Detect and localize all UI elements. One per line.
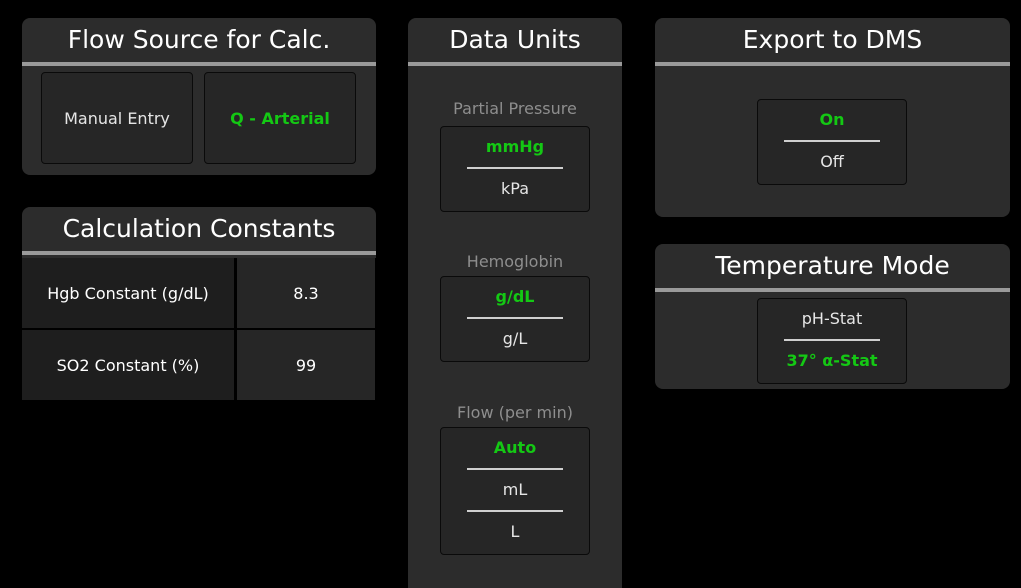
temperature-mode-selector: pH-Stat 37° α-Stat [757, 298, 907, 384]
unit-option-ml[interactable]: mL [441, 470, 589, 510]
flow-unit-selector: Auto mL L [440, 427, 590, 555]
export-dms-title: Export to DMS [742, 25, 923, 54]
manual-entry-label: Manual Entry [64, 108, 170, 128]
temp-option-ph-stat[interactable]: pH-Stat [758, 299, 906, 339]
calc-constants-title: Calculation Constants [62, 214, 336, 243]
export-dms-panel: Export to DMS On Off [655, 18, 1010, 217]
table-row: Hgb Constant (g/dL) 8.3 [22, 258, 375, 328]
table-row: SO2 Constant (%) 99 [22, 330, 375, 400]
export-dms-toggle: On Off [757, 99, 907, 185]
so2-constant-value[interactable]: 99 [237, 330, 375, 400]
temperature-mode-panel: Temperature Mode pH-Stat 37° α-Stat [655, 244, 1010, 389]
panel-divider [22, 251, 376, 255]
unit-option-mmhg[interactable]: mmHg [441, 127, 589, 167]
flow-source-panel: Flow Source for Calc. Manual Entry Q - A… [22, 18, 376, 175]
hemoglobin-label: Hemoglobin [466, 252, 564, 271]
q-arterial-button[interactable]: Q - Arterial [204, 72, 356, 164]
panel-divider [655, 62, 1010, 66]
flow-source-title: Flow Source for Calc. [67, 25, 331, 54]
unit-option-g-dl[interactable]: g/dL [441, 277, 589, 317]
calc-constants-panel: Calculation Constants [22, 207, 376, 258]
data-units-panel: Data Units Partial Pressure mmHg kPa Hem… [408, 18, 622, 588]
hgb-constant-value[interactable]: 8.3 [237, 258, 375, 328]
panel-divider [408, 62, 622, 66]
export-option-on[interactable]: On [758, 100, 906, 140]
data-units-title: Data Units [449, 25, 581, 54]
so2-constant-label: SO2 Constant (%) [22, 330, 234, 400]
panel-divider [655, 288, 1010, 292]
flow-label: Flow (per min) [457, 403, 573, 422]
temp-option-alpha-stat[interactable]: 37° α-Stat [758, 341, 906, 381]
unit-option-auto[interactable]: Auto [441, 428, 589, 468]
export-option-off[interactable]: Off [758, 142, 906, 182]
partial-pressure-selector: mmHg kPa [440, 126, 590, 212]
unit-option-g-l[interactable]: g/L [441, 319, 589, 359]
manual-entry-button[interactable]: Manual Entry [41, 72, 193, 164]
hemoglobin-selector: g/dL g/L [440, 276, 590, 362]
hgb-constant-label: Hgb Constant (g/dL) [22, 258, 234, 328]
unit-option-l[interactable]: L [441, 512, 589, 552]
panel-divider [22, 62, 376, 66]
unit-option-kpa[interactable]: kPa [441, 169, 589, 209]
temperature-mode-title: Temperature Mode [715, 251, 950, 280]
partial-pressure-label: Partial Pressure [453, 99, 577, 118]
q-arterial-label: Q - Arterial [230, 108, 330, 128]
